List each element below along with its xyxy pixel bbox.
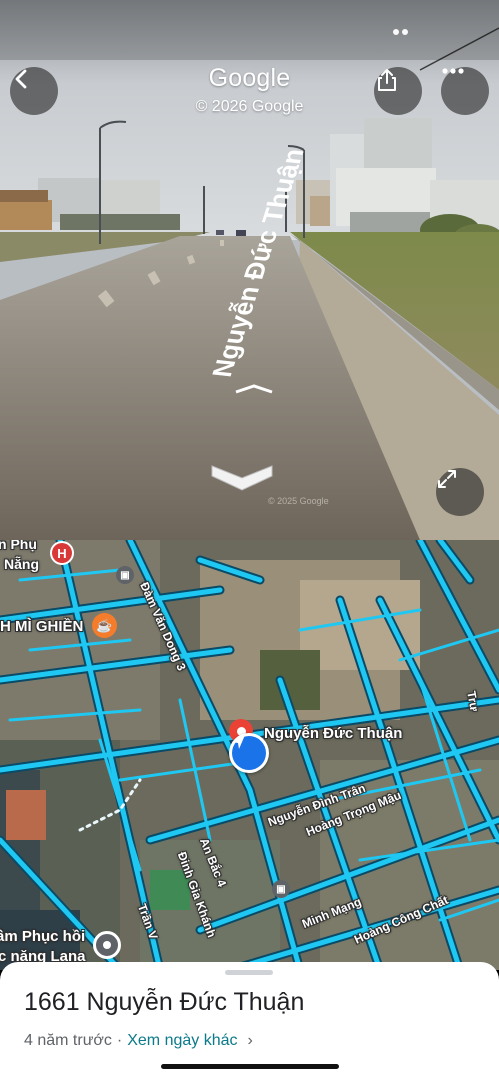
chevron-left-icon	[15, 69, 27, 89]
hospital-icon[interactable]: H	[50, 541, 74, 565]
back-button[interactable]	[10, 67, 58, 115]
more-horizontal-icon	[442, 68, 464, 74]
map-label-hospital-bottom: Nẵng	[4, 556, 39, 572]
map-label-hospital-top: n Phụ	[0, 540, 37, 552]
google-brand: Google	[208, 64, 291, 92]
see-other-dates-link[interactable]: Xem ngày khác	[127, 1032, 237, 1050]
bottom-sheet[interactable]: 1661 Nguyễn Đức Thuận 4 năm trước · Xem …	[0, 962, 499, 1080]
capture-date-row: 4 năm trước · Xem ngày khác ›	[24, 1032, 253, 1050]
map-view[interactable]: H n Phụ Nẵng ▣ H MÌ GHIỀN ☕ Đàm Văn Dong…	[0, 540, 499, 970]
sheet-grabber[interactable]	[225, 970, 273, 975]
bus-stop-icon[interactable]: ▣	[116, 566, 134, 584]
cafe-icon[interactable]: ☕	[92, 613, 117, 638]
map-label-selected-street: Nguyễn Đức Thuận	[264, 725, 403, 742]
bus-stop-icon[interactable]: ▣	[272, 880, 290, 898]
separator: ·	[116, 1032, 123, 1049]
current-location-icon[interactable]	[229, 733, 269, 773]
more-options-button[interactable]	[441, 67, 489, 115]
expand-button[interactable]	[436, 468, 484, 516]
expand-icon	[438, 470, 456, 488]
map-label-cafe: H MÌ GHIỀN	[0, 618, 84, 635]
place-marker-icon[interactable]	[93, 931, 121, 959]
place-title: 1661 Nguyễn Đức Thuận	[24, 988, 305, 1016]
image-watermark: © 2025 Google	[268, 496, 329, 506]
copyright-text: © 2026 Google	[195, 98, 304, 115]
share-icon	[378, 69, 396, 91]
share-button[interactable]	[374, 67, 422, 115]
camera-indicator-icon	[393, 29, 408, 35]
capture-age: 4 năm trước	[24, 1032, 112, 1049]
home-indicator[interactable]	[161, 1064, 339, 1069]
chevron-right-icon[interactable]: ›	[248, 1032, 253, 1050]
map-label-rehab-top: âm Phục hồi	[0, 928, 86, 945]
street-view-panel[interactable]: Nguyễn Đức Thuận © 2025 Google Google © …	[0, 0, 499, 540]
